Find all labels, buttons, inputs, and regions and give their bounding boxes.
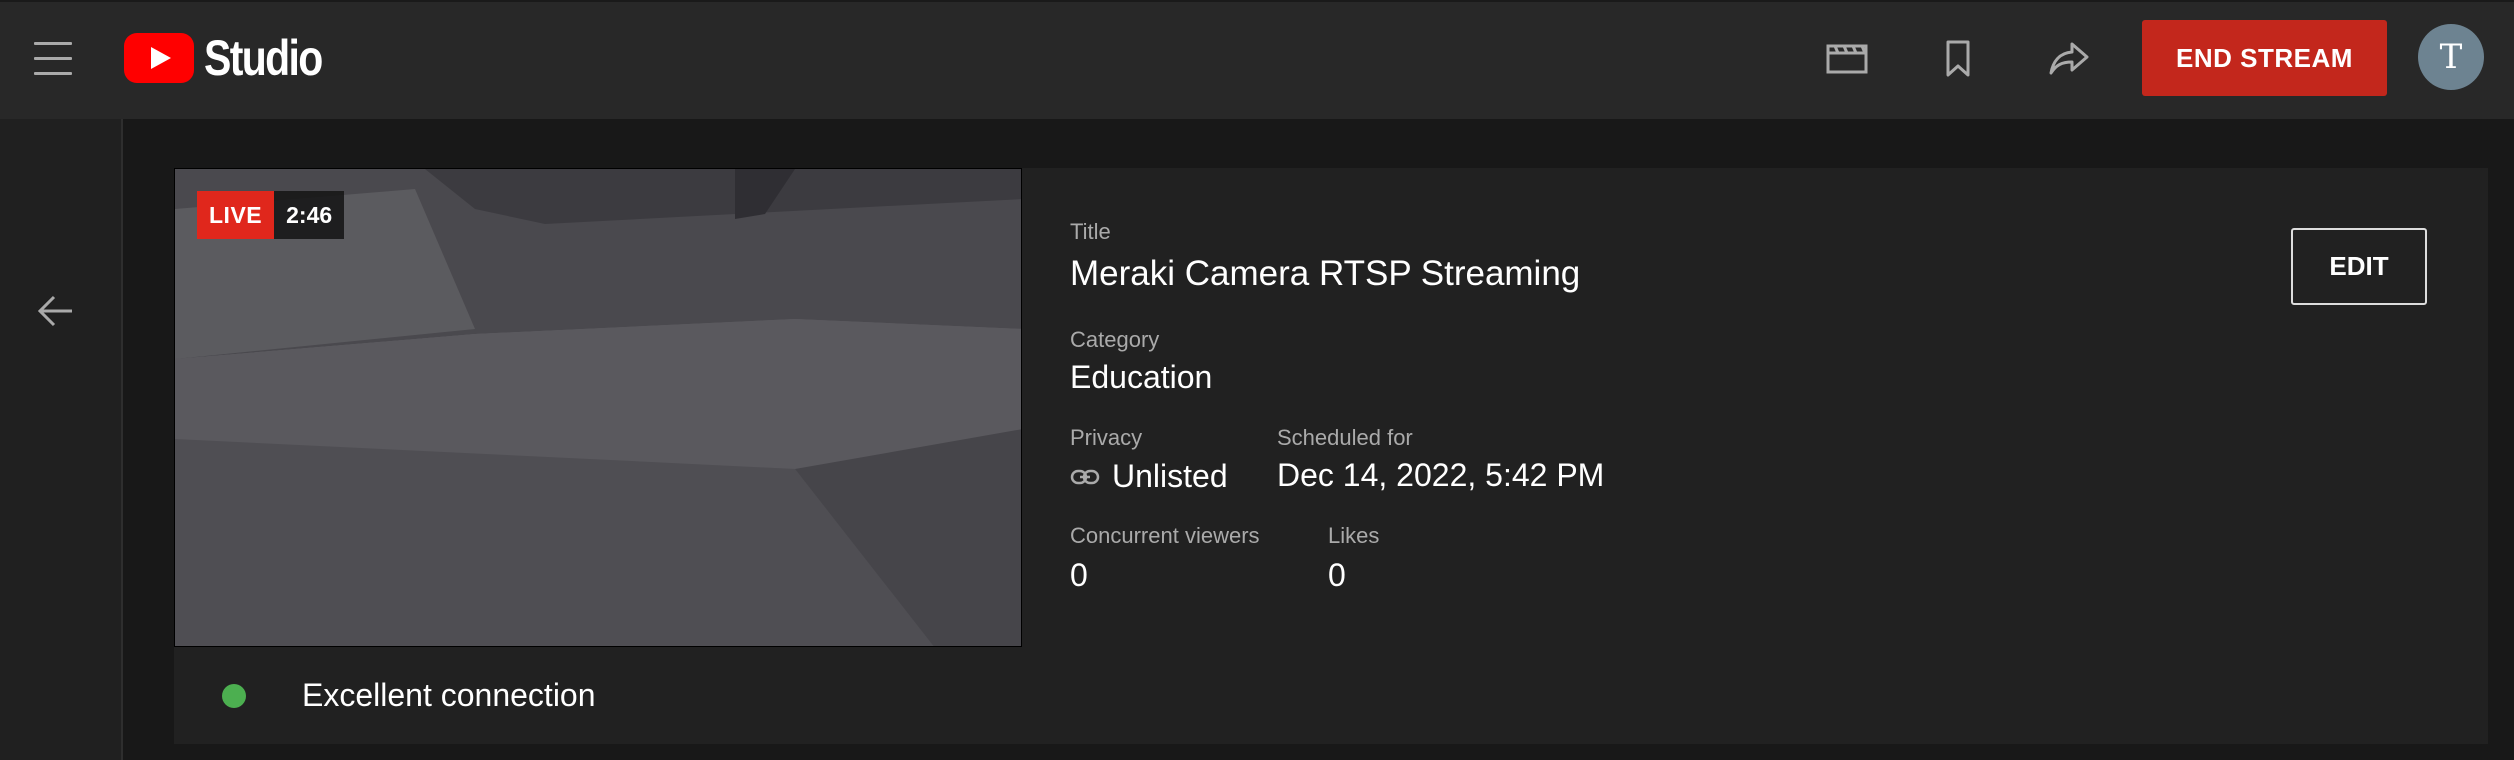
scheduled-label: Scheduled for: [1277, 425, 1413, 450]
youtube-logo-icon: [124, 33, 194, 83]
bookmark-icon[interactable]: [1936, 36, 1980, 80]
camera-preview-image: [175, 169, 1021, 646]
clapperboard-icon[interactable]: [1825, 36, 1869, 80]
back-arrow-icon[interactable]: [34, 289, 78, 333]
avatar[interactable]: T: [2418, 24, 2484, 90]
connection-status-indicator: [222, 684, 246, 708]
left-nav-rail: [0, 119, 123, 760]
link-icon: [1070, 469, 1100, 484]
stream-details-card: LIVE 2:46 Title Meraki Camera RTSP Strea…: [174, 168, 2488, 744]
likes-label: Likes: [1328, 523, 1380, 548]
top-app-bar: Studio END STREAM T: [0, 0, 2514, 119]
privacy-label: Privacy: [1070, 425, 1143, 450]
share-icon[interactable]: [2047, 36, 2091, 80]
privacy-text: Unlisted: [1112, 458, 1228, 494]
stream-title: Meraki Camera RTSP Streaming: [1070, 254, 1581, 293]
stream-category: Education: [1070, 359, 1213, 395]
scheduled-value: Dec 14, 2022, 5:42 PM: [1277, 457, 1605, 493]
menu-icon[interactable]: [30, 36, 78, 78]
end-stream-button[interactable]: END STREAM: [2142, 20, 2387, 96]
privacy-value: Unlisted: [1070, 458, 1228, 495]
logo-text: Studio: [204, 30, 323, 86]
elapsed-time: 2:46: [274, 191, 345, 239]
live-badge: LIVE 2:46: [197, 191, 345, 239]
edit-button[interactable]: EDIT: [2291, 228, 2427, 305]
live-tag: LIVE: [197, 191, 275, 239]
connection-status-text: Excellent connection: [302, 677, 596, 713]
title-label: Title: [1070, 219, 1111, 244]
viewers-value: 0: [1070, 557, 1088, 593]
category-label: Category: [1070, 327, 1160, 352]
likes-value: 0: [1328, 557, 1346, 593]
youtube-studio-logo[interactable]: Studio: [124, 32, 348, 84]
stream-preview[interactable]: LIVE 2:46: [174, 168, 1022, 647]
viewers-label: Concurrent viewers: [1070, 523, 1260, 548]
